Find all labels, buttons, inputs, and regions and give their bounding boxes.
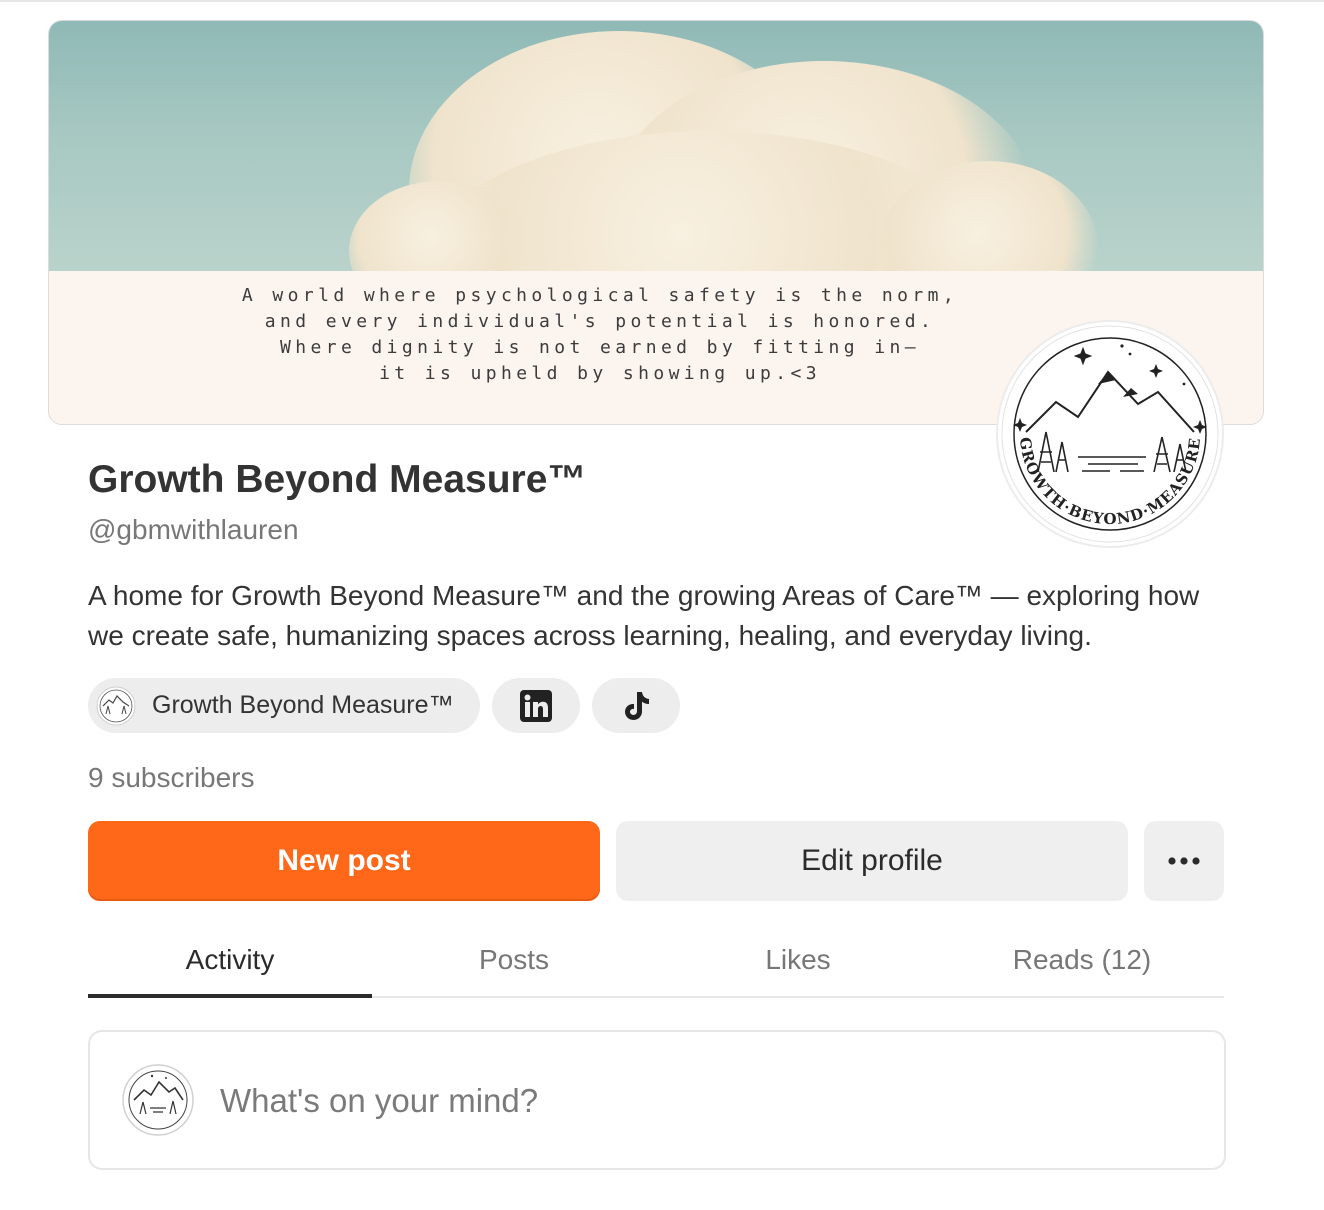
edit-profile-button[interactable]: Edit profile xyxy=(616,821,1128,901)
banner-sky-image xyxy=(49,21,1263,271)
subscriber-count: 9 subscribers xyxy=(88,762,255,793)
linkedin-link-chip[interactable] xyxy=(492,678,580,733)
post-composer[interactable] xyxy=(88,1030,1226,1170)
quote-line: it is upheld by showing up.<3 xyxy=(379,363,821,384)
mountain-forest-logo-icon: GROWTH·BEYOND·MEASURE xyxy=(1001,325,1219,543)
profile-name: Growth Beyond Measure™ xyxy=(88,458,587,501)
tab-posts[interactable]: Posts xyxy=(372,924,656,996)
tab-likes[interactable]: Likes xyxy=(656,924,940,996)
profile-handle: @gbmwithlauren xyxy=(88,514,299,545)
ellipsis-icon xyxy=(1168,857,1200,865)
profile-tabs: Activity Posts Likes Reads (12) xyxy=(88,924,1224,998)
tab-reads[interactable]: Reads (12) xyxy=(940,924,1224,996)
top-divider xyxy=(0,0,1324,6)
linkedin-icon xyxy=(520,689,552,722)
quote-line: A world where psychological safety is th… xyxy=(241,285,959,306)
profile-bio: A home for Growth Beyond Measure™ and th… xyxy=(88,580,1200,651)
quote-line: and every individual's potential is hono… xyxy=(264,311,936,332)
composer-input[interactable] xyxy=(218,1074,1182,1128)
new-post-button[interactable]: New post xyxy=(88,821,600,901)
website-link-chip[interactable]: Growth Beyond Measure™ xyxy=(88,678,480,733)
tiktok-link-chip[interactable] xyxy=(592,678,680,733)
more-options-button[interactable] xyxy=(1144,821,1224,901)
profile-avatar[interactable]: GROWTH·BEYOND·MEASURE xyxy=(998,322,1222,546)
site-logo-icon xyxy=(96,686,136,725)
user-avatar xyxy=(122,1064,194,1136)
quote-line: Where dignity is not earned by fitting i… xyxy=(280,337,920,358)
banner-quote: A world where psychological safety is th… xyxy=(240,283,960,387)
tiktok-icon xyxy=(625,691,649,720)
website-link-label: Growth Beyond Measure™ xyxy=(152,691,454,719)
tab-activity[interactable]: Activity xyxy=(88,924,372,998)
